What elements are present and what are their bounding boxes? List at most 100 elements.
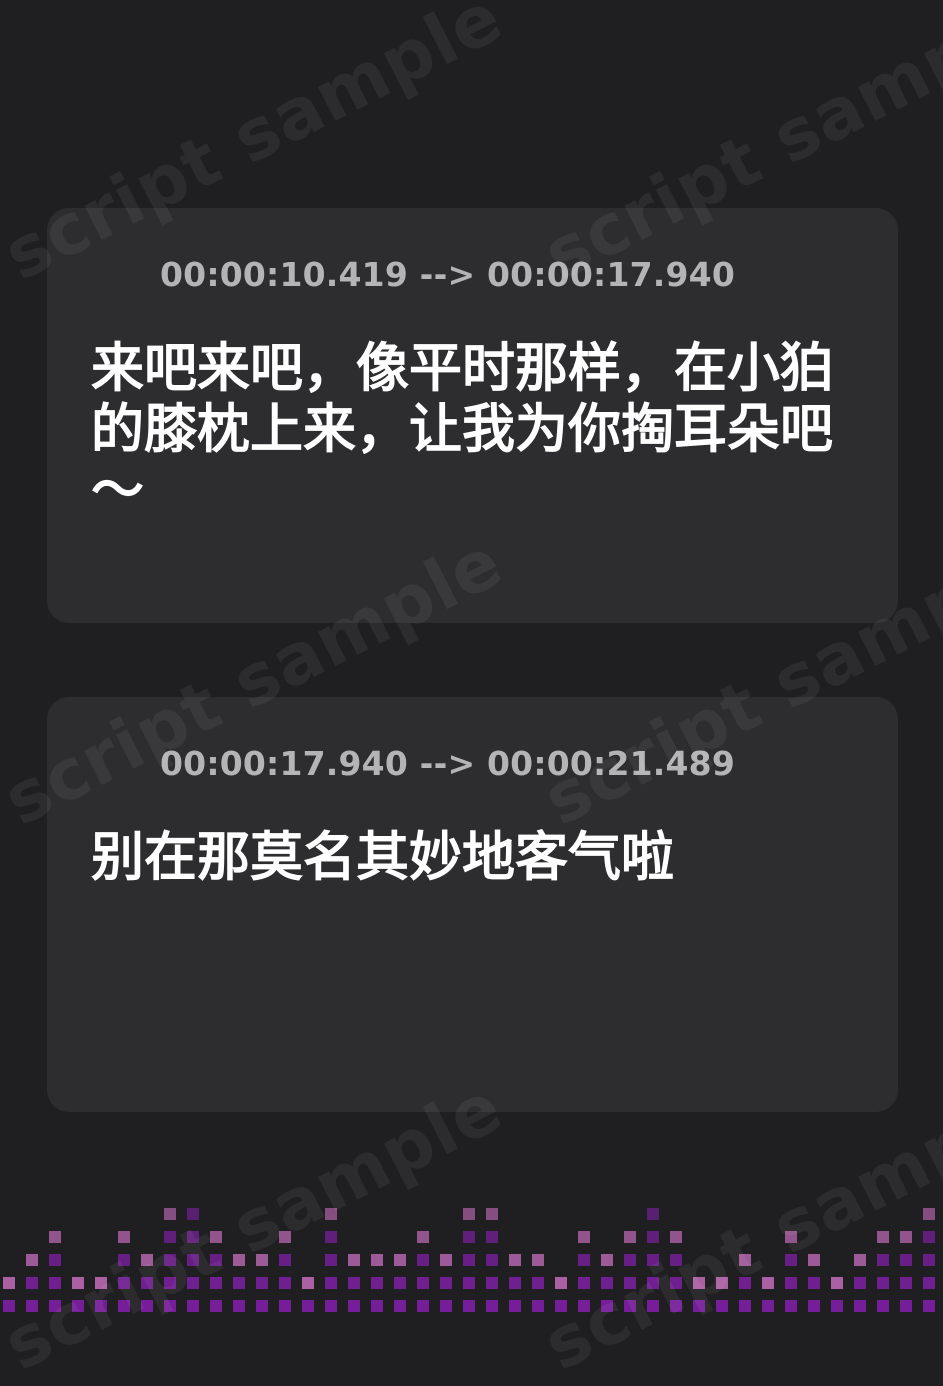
equalizer-square bbox=[279, 1300, 291, 1312]
equalizer-square bbox=[739, 1277, 751, 1289]
equalizer-square bbox=[187, 1277, 199, 1289]
equalizer-square bbox=[256, 1277, 268, 1289]
equalizer-decoration bbox=[3, 1208, 935, 1312]
equalizer-square bbox=[578, 1254, 590, 1266]
equalizer-square bbox=[854, 1254, 866, 1266]
equalizer-square bbox=[601, 1254, 613, 1266]
equalizer-square bbox=[486, 1208, 498, 1220]
equalizer-square bbox=[164, 1254, 176, 1266]
equalizer-square bbox=[532, 1254, 544, 1266]
equalizer-square bbox=[440, 1277, 452, 1289]
equalizer-square bbox=[302, 1277, 314, 1289]
equalizer-square bbox=[26, 1300, 38, 1312]
equalizer-square bbox=[877, 1254, 889, 1266]
equalizer-square bbox=[831, 1300, 843, 1312]
equalizer-square bbox=[141, 1277, 153, 1289]
equalizer-square bbox=[325, 1254, 337, 1266]
equalizer-square bbox=[555, 1300, 567, 1312]
equalizer-square bbox=[49, 1277, 61, 1289]
equalizer-square bbox=[486, 1254, 498, 1266]
equalizer-square bbox=[486, 1300, 498, 1312]
equalizer-square bbox=[164, 1208, 176, 1220]
equalizer-square bbox=[647, 1277, 659, 1289]
equalizer-square bbox=[49, 1231, 61, 1243]
equalizer-square bbox=[141, 1300, 153, 1312]
equalizer-square bbox=[210, 1300, 222, 1312]
equalizer-square bbox=[578, 1231, 590, 1243]
equalizer-square bbox=[509, 1300, 521, 1312]
equalizer-square bbox=[808, 1300, 820, 1312]
equalizer-square bbox=[900, 1231, 912, 1243]
equalizer-square bbox=[164, 1277, 176, 1289]
equalizer-square bbox=[762, 1277, 774, 1289]
equalizer-square bbox=[624, 1231, 636, 1243]
equalizer-square bbox=[624, 1254, 636, 1266]
equalizer-square bbox=[3, 1300, 15, 1312]
equalizer-square bbox=[440, 1254, 452, 1266]
equalizer-square bbox=[670, 1254, 682, 1266]
equalizer-square bbox=[210, 1277, 222, 1289]
equalizer-square bbox=[762, 1300, 774, 1312]
equalizer-square bbox=[739, 1300, 751, 1312]
equalizer-square bbox=[854, 1277, 866, 1289]
equalizer-square bbox=[72, 1300, 84, 1312]
equalizer-square bbox=[348, 1300, 360, 1312]
equalizer-square bbox=[877, 1277, 889, 1289]
subtitle-card-header: 00:00:17.940 --> 00:00:21.489 bbox=[89, 743, 735, 783]
equalizer-square bbox=[486, 1277, 498, 1289]
equalizer-square bbox=[348, 1254, 360, 1266]
equalizer-square bbox=[923, 1231, 935, 1243]
equalizer-square bbox=[716, 1300, 728, 1312]
equalizer-square bbox=[417, 1231, 429, 1243]
equalizer-square bbox=[532, 1300, 544, 1312]
equalizer-square bbox=[325, 1277, 337, 1289]
subtitle-text: 别在那莫名其妙地客气啦 bbox=[91, 827, 674, 888]
equalizer-square bbox=[49, 1300, 61, 1312]
equalizer-square bbox=[371, 1254, 383, 1266]
equalizer-square bbox=[118, 1300, 130, 1312]
equalizer-square bbox=[647, 1254, 659, 1266]
equalizer-square bbox=[371, 1300, 383, 1312]
equalizer-square bbox=[463, 1231, 475, 1243]
audio-wave-icon bbox=[90, 743, 136, 783]
equalizer-square bbox=[26, 1254, 38, 1266]
equalizer-square bbox=[279, 1277, 291, 1289]
equalizer-square bbox=[325, 1300, 337, 1312]
equalizer-square bbox=[624, 1300, 636, 1312]
equalizer-square bbox=[440, 1300, 452, 1312]
equalizer-square bbox=[256, 1254, 268, 1266]
equalizer-square bbox=[325, 1208, 337, 1220]
equalizer-square bbox=[187, 1254, 199, 1266]
equalizer-square bbox=[233, 1277, 245, 1289]
equalizer-square bbox=[923, 1208, 935, 1220]
equalizer-square bbox=[325, 1231, 337, 1243]
equalizer-square bbox=[670, 1231, 682, 1243]
equalizer-square bbox=[394, 1254, 406, 1266]
equalizer-square bbox=[463, 1277, 475, 1289]
equalizer-square bbox=[900, 1277, 912, 1289]
timecode: 00:00:17.940 --> 00:00:21.489 bbox=[160, 743, 735, 783]
equalizer-square bbox=[693, 1277, 705, 1289]
equalizer-square bbox=[463, 1208, 475, 1220]
equalizer-square bbox=[877, 1300, 889, 1312]
equalizer-square bbox=[95, 1300, 107, 1312]
equalizer-square bbox=[26, 1277, 38, 1289]
equalizer-square bbox=[785, 1300, 797, 1312]
equalizer-square bbox=[210, 1254, 222, 1266]
equalizer-square bbox=[3, 1277, 15, 1289]
subtitle-card: 00:00:17.940 --> 00:00:21.489 别在那莫名其妙地客气… bbox=[47, 697, 898, 1112]
equalizer-square bbox=[141, 1254, 153, 1266]
equalizer-square bbox=[279, 1254, 291, 1266]
equalizer-square bbox=[486, 1231, 498, 1243]
equalizer-square bbox=[187, 1208, 199, 1220]
equalizer-square bbox=[578, 1300, 590, 1312]
equalizer-square bbox=[601, 1300, 613, 1312]
equalizer-square bbox=[233, 1300, 245, 1312]
equalizer-square bbox=[210, 1231, 222, 1243]
equalizer-square bbox=[647, 1231, 659, 1243]
equalizer-square bbox=[808, 1277, 820, 1289]
equalizer-square bbox=[923, 1300, 935, 1312]
equalizer-square bbox=[164, 1231, 176, 1243]
equalizer-square bbox=[417, 1277, 429, 1289]
timecode: 00:00:10.419 --> 00:00:17.940 bbox=[160, 254, 735, 294]
